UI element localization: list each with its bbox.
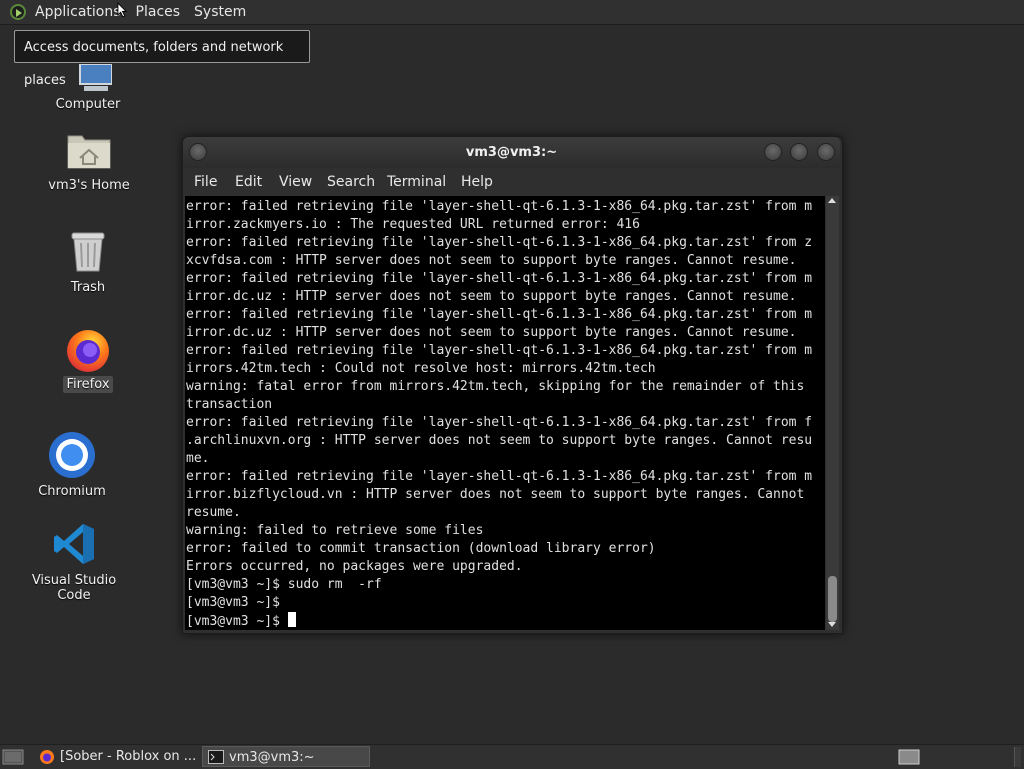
terminal-line: warning: fatal error from mirrors.42tm.t… <box>186 379 805 394</box>
desktop-icon-label: Visual Studio Code <box>31 573 117 603</box>
desktop-icon-chromium[interactable]: Chromium <box>32 431 112 500</box>
show-desktop-icon[interactable] <box>2 748 24 766</box>
maximize-icon[interactable] <box>790 143 808 161</box>
menu-applications[interactable]: Applications <box>28 0 128 24</box>
taskbar-item-label: [Sober - Roblox on ... <box>60 749 197 764</box>
close-icon[interactable] <box>817 143 835 161</box>
menu-system[interactable]: System <box>187 0 253 24</box>
terminal-line: irror.zackmyers.io : The requested URL r… <box>186 217 640 232</box>
terminal-prompt: [vm3@vm3 ~]$ <box>186 614 288 629</box>
mouse-pointer-icon <box>117 2 127 18</box>
taskbar-item-terminal[interactable]: vm3@vm3:~ <box>202 746 370 767</box>
terminal-line: transaction <box>186 397 273 412</box>
workspace-switcher-icon[interactable] <box>898 749 920 765</box>
terminal-line: .archlinuxvn.org : HTTP server does not … <box>186 433 813 448</box>
terminal-line: [vm3@vm3 ~]$ sudo rm -rf <box>186 577 382 592</box>
taskbar-item-firefox[interactable]: [Sober - Roblox on ... <box>34 746 200 767</box>
terminal-output[interactable]: error: failed retrieving file 'layer-she… <box>185 196 825 630</box>
terminal-line: irror.dc.uz : HTTP server does not seem … <box>186 289 797 304</box>
terminal-line: irror.dc.uz : HTTP server does not seem … <box>186 325 797 340</box>
desktop-icon-firefox[interactable]: Firefox <box>48 326 128 393</box>
terminal-line: resume. <box>186 505 241 520</box>
chromium-icon <box>49 432 95 478</box>
panel-right-edge <box>1014 747 1021 767</box>
terminal-line: error: failed retrieving file 'layer-she… <box>186 199 813 214</box>
terminal-line: error: failed retrieving file 'layer-she… <box>186 469 813 484</box>
terminal-scrollbar[interactable] <box>826 196 839 630</box>
menu-terminal[interactable]: Terminal <box>387 174 446 190</box>
taskbar-item-label: vm3@vm3:~ <box>229 750 315 765</box>
desktop-icon-computer[interactable]: Computer <box>48 64 128 113</box>
applications-logo-icon[interactable] <box>10 4 26 20</box>
terminal-menubar: File Edit View Search Terminal Help <box>183 168 840 196</box>
terminal-line: error: failed retrieving file 'layer-she… <box>186 307 813 322</box>
menu-search[interactable]: Search <box>327 174 375 190</box>
terminal-line: irror.bizflycloud.vn : HTTP server does … <box>186 487 805 502</box>
bottom-panel: [Sober - Roblox on ... vm3@vm3:~ <box>0 744 1024 769</box>
desktop-icon-trash[interactable]: Trash <box>48 229 128 296</box>
scrollbar-thumb[interactable] <box>828 576 837 622</box>
terminal-line: me. <box>186 451 210 466</box>
terminal-line: error: failed retrieving file 'layer-she… <box>186 235 813 250</box>
desktop-icon-label: Trash <box>70 280 106 295</box>
menu-places[interactable]: Places <box>128 0 188 24</box>
desktop-icon-home[interactable]: vm3's Home <box>44 130 134 194</box>
terminal-line: xcvfdsa.com : HTTP server does not seem … <box>186 253 797 268</box>
firefox-icon <box>40 750 54 764</box>
terminal-line: error: failed retrieving file 'layer-she… <box>186 415 813 430</box>
places-tooltip: Access documents, folders and network pl… <box>14 30 310 88</box>
terminal-line: warning: failed to retrieve some files <box>186 523 484 538</box>
terminal-line: [vm3@vm3 ~]$ <box>186 595 280 610</box>
desktop-icon-vscode[interactable]: Visual Studio Code <box>14 522 134 604</box>
window-title: vm3@vm3:~ <box>465 145 558 160</box>
terminal-line: irrors.42tm.tech : Could not resolve hos… <box>186 361 656 376</box>
computer-icon <box>79 64 112 91</box>
terminal-prompt-line: [vm3@vm3 ~]$ <box>186 612 296 630</box>
trash-icon <box>71 232 105 272</box>
menu-edit[interactable]: Edit <box>235 174 262 190</box>
home-folder-icon <box>67 135 111 169</box>
minimize-icon[interactable] <box>764 143 782 161</box>
menu-file[interactable]: File <box>194 174 217 190</box>
text-cursor <box>287 612 296 627</box>
terminal-icon <box>208 750 224 764</box>
menu-view[interactable]: View <box>279 174 312 190</box>
menu-help[interactable]: Help <box>461 174 493 190</box>
top-panel: Applications Places System <box>0 0 1024 25</box>
scroll-up-arrow-icon[interactable] <box>828 198 836 203</box>
vscode-icon <box>54 524 94 564</box>
scroll-down-arrow-icon[interactable] <box>828 622 836 627</box>
desktop-icon-label: vm3's Home <box>48 178 130 193</box>
window-titlebar[interactable]: vm3@vm3:~ <box>183 137 840 168</box>
terminal-line: Errors occurred, no packages were upgrad… <box>186 559 523 574</box>
desktop-icon-label: Chromium <box>38 484 106 499</box>
desktop-icon-label: Computer <box>55 97 121 112</box>
terminal-line: error: failed to commit transaction (dow… <box>186 541 656 556</box>
terminal-line: error: failed retrieving file 'layer-she… <box>186 343 813 358</box>
desktop-icon-label: Firefox <box>63 376 113 393</box>
firefox-icon <box>67 330 109 372</box>
terminal-line: error: failed retrieving file 'layer-she… <box>186 271 813 286</box>
terminal-window: vm3@vm3:~ File Edit View Search Terminal… <box>182 136 843 634</box>
